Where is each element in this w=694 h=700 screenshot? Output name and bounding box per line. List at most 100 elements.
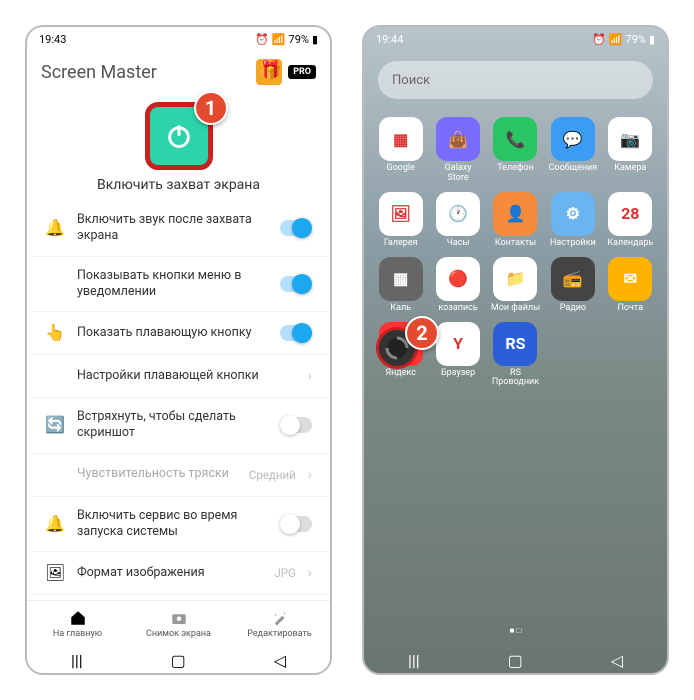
app-козапись[interactable]: 🔴 козапись: [433, 257, 482, 314]
search-bar[interactable]: Поиск: [378, 61, 653, 99]
annotation-marker-2: 2: [405, 316, 439, 350]
setting-value: Средний: [249, 468, 296, 482]
search-placeholder: Поиск: [392, 73, 430, 88]
app-label: Мои файлы: [491, 304, 540, 314]
battery-text: 79%: [289, 33, 309, 46]
pro-badge[interactable]: PRO: [288, 65, 316, 79]
status-time: 19:43: [39, 33, 66, 46]
app-icon: 🕐: [436, 192, 480, 236]
app-icon: ✉: [608, 257, 652, 301]
nav-screenshot[interactable]: Снимок экрана: [128, 601, 229, 647]
app-icon: ⚙: [551, 192, 595, 236]
app-icon: 🔴: [436, 257, 480, 301]
setting-item[interactable]: Показывать кнопки меню в уведомлении: [31, 257, 326, 313]
setting-item[interactable]: 🖼Формат изображенияJPG›: [31, 552, 326, 595]
app-настройки[interactable]: ⚙Настройки: [548, 192, 597, 249]
app-label: Радио: [548, 304, 597, 314]
toggle-switch[interactable]: [280, 276, 312, 292]
toggle-switch[interactable]: [280, 220, 312, 236]
app-label: Часы: [433, 239, 482, 249]
app-label: Галерея: [376, 239, 425, 249]
toggle-switch[interactable]: [280, 417, 312, 433]
setting-item[interactable]: Чувствительность тряски Средний ›: [31, 454, 326, 497]
chevron-right-icon: ›: [308, 565, 312, 581]
app-сообщения[interactable]: 💬Сообщения: [548, 117, 597, 184]
setting-item[interactable]: 🔔 Включить звук после захвата экрана: [31, 201, 326, 257]
app-контакты[interactable]: 👤Контакты: [491, 192, 540, 249]
app-label: козапись: [433, 304, 482, 314]
settings-list: 🔔 Включить звук после захвата экрана Показ…: [27, 201, 330, 595]
app-title: Screen Master: [41, 62, 157, 83]
app-icon: 📁: [493, 257, 537, 301]
camera-icon: [170, 609, 188, 627]
app-icon: 📻: [551, 257, 595, 301]
alarm-icon: ⏰: [592, 33, 606, 46]
home-icon: [69, 609, 87, 627]
blank-icon: [45, 366, 65, 386]
status-right: ⏰ 📶 79% ▮: [255, 33, 318, 46]
setting-label: Включить звук после захвата экрана: [77, 212, 268, 245]
app-label: Каль: [376, 304, 425, 314]
bottom-nav: На главную Снимок экрана Редактировать: [27, 600, 330, 647]
setting-item[interactable]: 🔄Встряхнуть, чтобы сделать скриншот: [31, 398, 326, 454]
app-браузер[interactable]: YБраузер: [433, 322, 482, 389]
app-календарь[interactable]: 28Календарь: [606, 192, 655, 249]
app-label: Google: [376, 164, 425, 174]
recents-button[interactable]: |||: [408, 651, 420, 670]
home-button[interactable]: ▢: [508, 651, 523, 670]
app-rs проводник[interactable]: RSRS Проводник: [491, 322, 540, 389]
app-label: Контакты: [491, 239, 540, 249]
battery-text: 79%: [626, 33, 646, 46]
app-label: RS Проводник: [491, 369, 540, 389]
toggle-switch[interactable]: [280, 325, 312, 341]
app-почта[interactable]: ✉ Почта: [606, 257, 655, 314]
setting-item[interactable]: 👆Показать плавающую кнопку: [31, 312, 326, 355]
app-label: Сообщения: [548, 164, 597, 174]
status-bar: 19:43 ⏰ 📶 79% ▮: [27, 27, 330, 51]
back-button[interactable]: ◁: [611, 651, 623, 670]
shake-icon: 🔄: [45, 415, 65, 435]
setting-label: Чувствительность тряски: [77, 466, 237, 482]
bell-icon: 🔔: [45, 218, 65, 238]
blank-icon: [45, 465, 65, 485]
app-часы[interactable]: 🕐 Часы: [433, 192, 482, 249]
app-камера[interactable]: 📷Камера: [606, 117, 655, 184]
app-label: Почта: [606, 304, 655, 314]
app-радио[interactable]: 📻 Радио: [548, 257, 597, 314]
nav-edit[interactable]: Редактировать: [229, 601, 330, 647]
power-icon: [165, 122, 193, 150]
app-label: Телефон: [491, 164, 540, 174]
alarm-icon: ⏰: [255, 33, 269, 46]
chevron-right-icon: ›: [308, 467, 312, 483]
gift-icon[interactable]: [256, 59, 282, 85]
home-button[interactable]: ▢: [171, 651, 186, 670]
recents-button[interactable]: |||: [71, 651, 83, 670]
app-galaxy store[interactable]: 👜Galaxy Store: [433, 117, 482, 184]
back-button[interactable]: ◁: [274, 651, 286, 670]
app-google[interactable]: ▦ Google: [376, 117, 425, 184]
app-label: Яндекс: [376, 369, 425, 379]
phone-left: 19:43 ⏰ 📶 79% ▮ Screen Master PRO 1 Вклю…: [25, 25, 332, 675]
app-мои файлы[interactable]: 📁 Мои файлы: [491, 257, 540, 314]
blank-icon: [45, 274, 65, 294]
app-icon: ▦: [379, 117, 423, 161]
signal-icon: 📶: [609, 33, 623, 46]
floating-capture-button[interactable]: 2: [376, 327, 418, 369]
app-телефон[interactable]: 📞Телефон: [491, 117, 540, 184]
system-nav: ||| ▢ ◁: [364, 647, 667, 673]
status-bar: 19:44 ⏰ 📶 79% ▮: [364, 27, 667, 51]
setting-label: Формат изображения: [77, 565, 262, 581]
setting-label: Показывать кнопки меню в уведомлении: [77, 268, 268, 301]
annotation-marker-1: 1: [194, 91, 228, 125]
app-каль[interactable]: ▦Каль: [376, 257, 425, 314]
battery-icon: ▮: [312, 33, 318, 46]
app-icon: Y: [436, 322, 480, 366]
app-галерея[interactable]: 🖼Галерея: [376, 192, 425, 249]
system-nav: ||| ▢ ◁: [27, 647, 330, 673]
nav-home[interactable]: На главную: [27, 601, 128, 647]
status-time: 19:44: [376, 33, 403, 46]
setting-item[interactable]: 🔔Включить сервис во время запуска систем…: [31, 497, 326, 553]
setting-label: Настройки плавающей кнопки: [77, 368, 296, 384]
toggle-switch[interactable]: [280, 516, 312, 532]
setting-item[interactable]: Настройки плавающей кнопки›: [31, 355, 326, 398]
